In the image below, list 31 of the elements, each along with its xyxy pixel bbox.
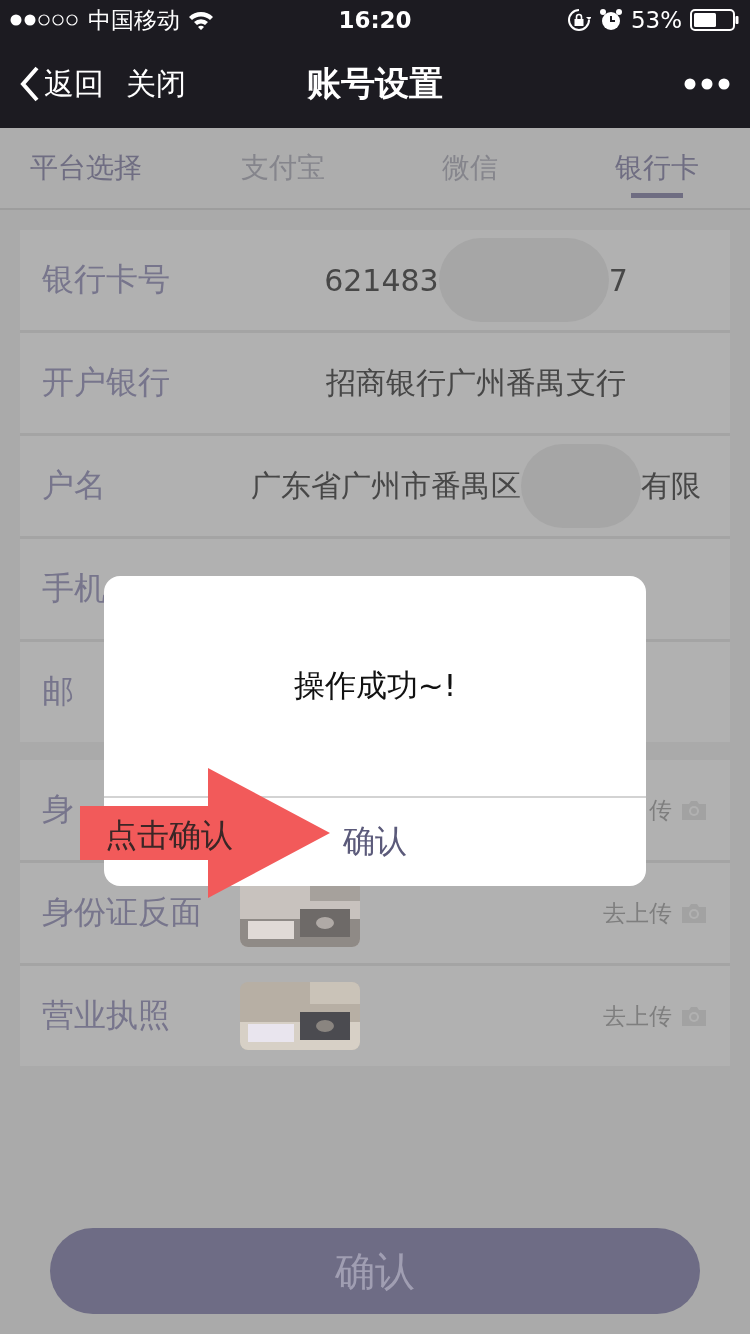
field-label: 户名	[41, 465, 107, 506]
field-label: 身	[41, 789, 75, 830]
back-button[interactable]: 返回	[20, 63, 104, 105]
annotation-text: 点击确认	[105, 815, 233, 856]
field-value: 招商银行广州番禺支行	[326, 363, 626, 402]
field-value: 7	[608, 262, 628, 298]
more-button[interactable]	[684, 78, 730, 90]
section-label: 平台选择	[30, 150, 143, 186]
field-label: 手机	[41, 568, 107, 609]
field-label: 邮	[41, 671, 75, 712]
battery-percent: 53%	[630, 7, 682, 33]
field-label: 营业执照	[41, 995, 171, 1036]
tab-underline	[630, 193, 683, 198]
field-label: 身份证反面	[41, 892, 203, 933]
clock-time: 16:20	[338, 7, 412, 33]
alarm-icon	[598, 8, 623, 32]
field-label: 开户银行	[41, 362, 171, 403]
field-value: 621483	[324, 262, 439, 298]
rotation-lock-icon	[566, 8, 591, 32]
dialog-message: 操作成功~!	[293, 666, 457, 705]
battery-icon	[690, 9, 740, 31]
signal-icon	[10, 13, 80, 27]
wifi-icon	[188, 10, 214, 30]
page-title: 账号设置	[307, 63, 443, 103]
close-link[interactable]: 关闭	[126, 63, 186, 105]
carrier-name: 中国移动	[88, 5, 180, 35]
field-value: 广东省广州市番禺区	[251, 466, 521, 505]
field-value: 有限	[641, 466, 701, 505]
tab-label[interactable]: 银行卡	[563, 128, 750, 208]
field-label: 银行卡号	[41, 259, 171, 300]
chevron-left-icon	[20, 66, 40, 102]
